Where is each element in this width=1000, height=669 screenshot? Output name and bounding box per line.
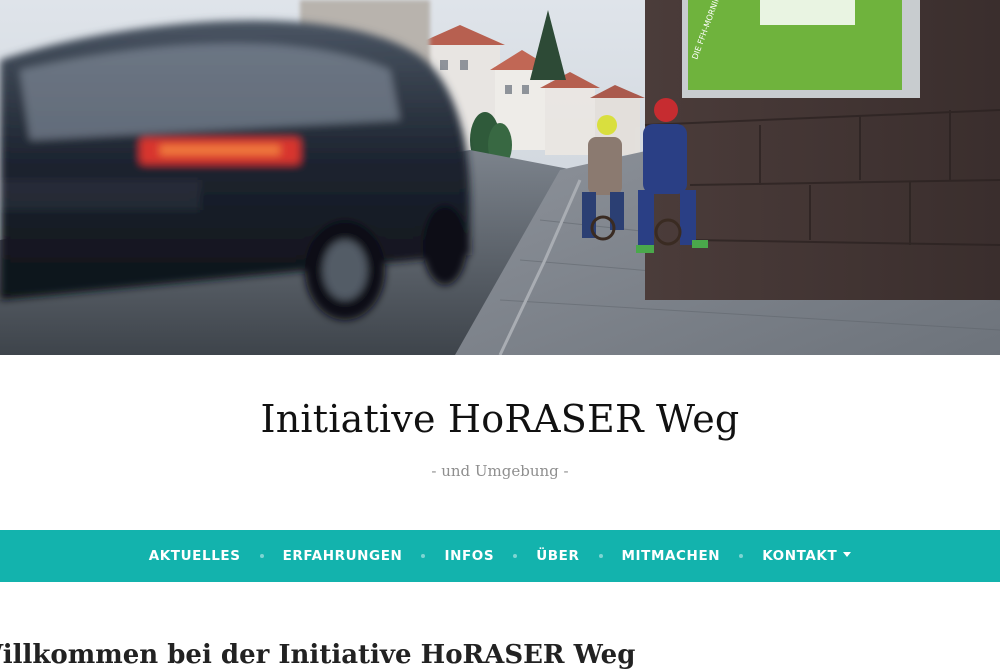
caret-down-icon xyxy=(843,551,852,557)
header-image: DIE FFH-MORNINGSHOW xyxy=(0,0,1000,355)
nav-separator xyxy=(598,554,603,558)
nav-item-kontakt[interactable]: KONTAKT xyxy=(762,548,852,564)
nav-item-infos[interactable]: INFOS xyxy=(444,548,494,564)
nav-item-ueber[interactable]: ÜBER xyxy=(536,548,579,564)
site-branding: Initiative HoRASER Weg - und Umgebung - xyxy=(0,355,1000,530)
site-tagline: - und Umgebung - xyxy=(431,462,569,480)
nav-separator xyxy=(513,554,518,558)
nav-separator xyxy=(259,554,264,558)
nav-item-aktuelles[interactable]: AKTUELLES xyxy=(149,548,241,564)
nav-item-erfahrungen[interactable]: ERFAHRUNGEN xyxy=(283,548,403,564)
nav-separator xyxy=(421,554,426,558)
nav-separator xyxy=(739,554,744,558)
nav-item-mitmachen[interactable]: MITMACHEN xyxy=(622,548,721,564)
main-navigation: AKTUELLES ERFAHRUNGEN INFOS ÜBER MITMACH… xyxy=(0,530,1000,582)
header-photo: DIE FFH-MORNINGSHOW xyxy=(0,0,1000,355)
site-title[interactable]: Initiative HoRASER Weg xyxy=(0,397,1000,441)
nav-item-kontakt-label: KONTAKT xyxy=(762,548,838,564)
page-heading: Willkommen bei der Initiative HoRASER We… xyxy=(0,640,636,669)
